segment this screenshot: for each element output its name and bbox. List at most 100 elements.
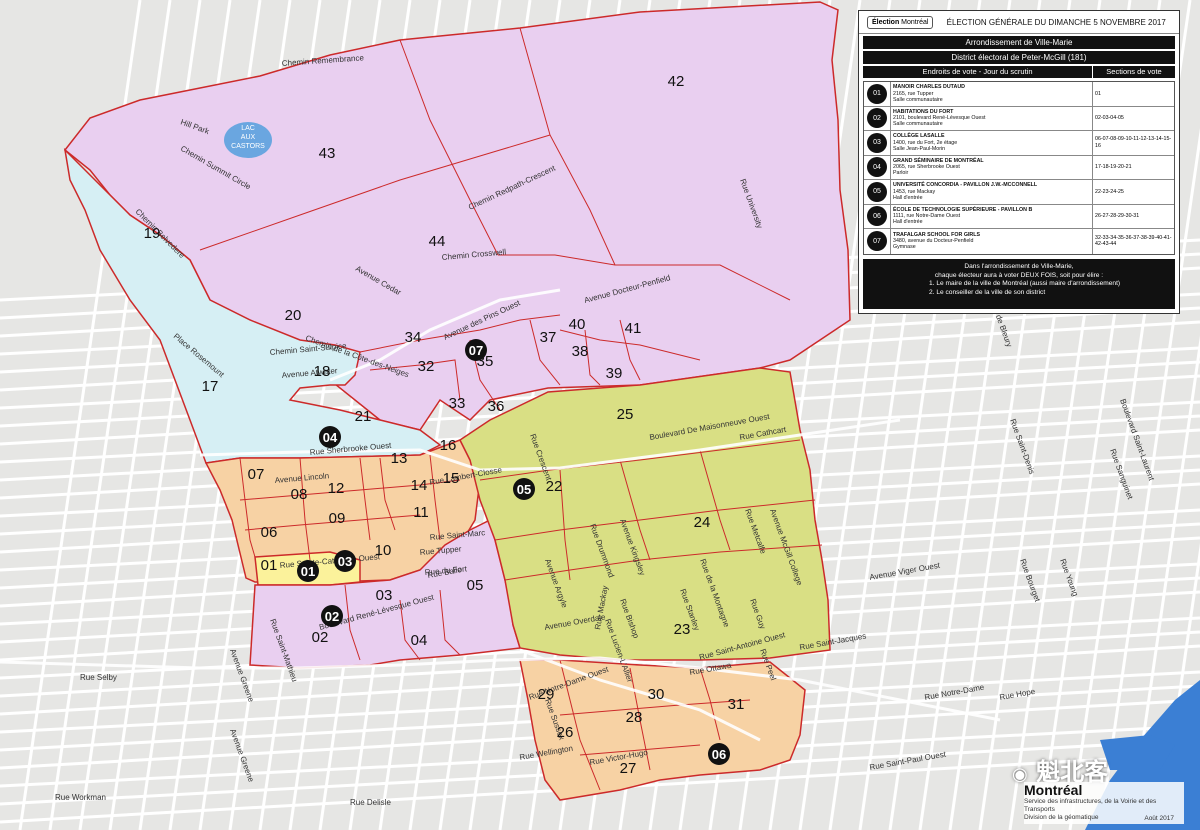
district-name: District électoral de Peter-McGill (181) (863, 51, 1175, 64)
section-label: 24 (694, 514, 711, 531)
polling-place-info: TRAFALGAR SCHOOL FOR GIRLS 3480, avenue d… (890, 229, 1092, 254)
street-label: Rue Delisle (350, 798, 391, 807)
polling-place-pin[interactable]: 03 (334, 550, 356, 572)
lake-label-1: LAC (241, 125, 255, 132)
polling-place-info: MANOIR CHARLES DUTAUD 2165, rue Tupper Sal… (890, 82, 1092, 106)
section-label: 07 (248, 466, 265, 483)
polling-place-room: Salle Jean-Paul-Morin (893, 145, 946, 152)
section-label: 27 (620, 760, 637, 777)
city-name: Montréal (1024, 782, 1083, 798)
section-label: 10 (375, 542, 392, 559)
polling-place-number: 02 (867, 108, 887, 129)
section-label: 04 (411, 632, 428, 649)
notice-item-1: 1. Le maire de la ville de Montréal (aus… (929, 280, 1121, 287)
legend-header: Élection Montréal ÉLECTION GÉNÉRALE DU D… (859, 11, 1179, 34)
section-label: 02 (312, 629, 329, 646)
notice-item-2: 2. Le conseiller de la ville de son dist… (929, 288, 1046, 296)
polling-place-number: 04 (867, 157, 887, 178)
polling-place-pin[interactable]: 04 (319, 426, 341, 448)
section-label: 19 (144, 225, 161, 242)
polling-place-room: Parloir (893, 170, 909, 177)
polling-place-number: 06 (867, 206, 887, 227)
section-label: 01 (261, 557, 278, 574)
polling-place-info: HABITATIONS DU FORT 2101, boulevard René-… (890, 106, 1092, 130)
section-label: 34 (405, 329, 422, 346)
polling-place-info: GRAND SÉMINAIRE DE MONTRÉAL 2065, rue She… (890, 155, 1092, 179)
polling-place-row: 05 UNIVERSITÉ CONCORDIA - PAVILLON J.W.-M… (864, 180, 1174, 205)
map-date: Août 2017 (1144, 815, 1174, 822)
street-label: Rue Workman (55, 793, 106, 802)
section-label: 29 (538, 686, 555, 703)
polling-place-sections: 26-27-28-29-30-31 (1092, 204, 1174, 228)
section-label: 16 (440, 437, 457, 454)
section-label: 31 (728, 696, 745, 713)
polling-place-room: Hall d'entrée (893, 219, 923, 226)
section-label: 25 (617, 406, 634, 423)
section-label: 37 (540, 329, 557, 346)
polling-place-room: Hall d'entrée (893, 194, 923, 201)
section-label: 21 (355, 408, 372, 425)
section-label: 43 (319, 145, 336, 162)
section-label: 06 (261, 524, 278, 541)
polling-place-info: COLLÈGE LASALLE 1400, rue du Fort, 2e éta… (890, 131, 1092, 155)
section-label: 11 (413, 504, 429, 521)
section-label: 40 (569, 316, 586, 333)
section-label: 03 (376, 587, 393, 604)
section-label: 22 (546, 478, 563, 495)
polling-place-room: Gymnase (893, 244, 916, 251)
polling-place-row: 06 ÉCOLE DE TECHNOLOGIE SUPÉRIEURE - PAVI… (864, 204, 1174, 229)
polling-place-number: 05 (867, 181, 887, 202)
section-label: 20 (285, 307, 302, 324)
section-label: 23 (674, 621, 691, 638)
service-name: Service des infrastructures, de la Voiri… (1024, 798, 1157, 813)
lake-label-3: CASTORS (231, 143, 265, 150)
polling-place-pin[interactable]: 07 (465, 339, 487, 361)
section-label: 05 (467, 577, 484, 594)
pin-number: 07 (469, 343, 483, 358)
pin-number: 02 (325, 609, 339, 624)
col-places: Endroits de vote - Jour du scrutin (922, 67, 1033, 76)
pin-number: 06 (712, 747, 726, 762)
section-label: 18 (314, 363, 331, 380)
lake-label-2: AUX (241, 134, 256, 141)
section-label: 38 (572, 343, 589, 360)
section-label: 42 (668, 73, 685, 90)
col-sections: Sections de vote (1092, 66, 1175, 78)
polling-place-number: 03 (867, 132, 887, 153)
section-label: 30 (648, 686, 665, 703)
section-label: 14 (411, 477, 428, 494)
section-label: 13 (391, 450, 408, 467)
section-label: 17 (202, 378, 219, 395)
section-label: 36 (488, 398, 505, 415)
polling-place-sections: 32-33-34-35-36-37-38-39-40-41-42-43-44 (1092, 229, 1174, 254)
election-logo: Élection Montréal (867, 15, 934, 29)
polling-place-pin[interactable]: 05 (513, 478, 535, 500)
section-label: 12 (328, 480, 345, 497)
polling-place-pin[interactable]: 06 (708, 743, 730, 765)
section-label: 33 (449, 395, 466, 412)
polling-place-row: 03 COLLÈGE LASALLE 1400, rue du Fort, 2e é… (864, 131, 1174, 156)
voting-notice: Dans l'arrondissement de Ville-Marie, ch… (863, 259, 1175, 309)
section-label: 09 (329, 510, 346, 527)
polling-place-sections: 02-03-04-05 (1092, 106, 1174, 130)
pin-number: 04 (323, 430, 338, 445)
polling-place-sections: 17-18-19-20-21 (1092, 155, 1174, 179)
polling-place-room: Salle communautaire (893, 96, 943, 103)
section-label: 28 (626, 709, 643, 726)
section-label: 39 (606, 365, 623, 382)
polling-place-info: ÉCOLE DE TECHNOLOGIE SUPÉRIEURE - PAVILL… (890, 204, 1092, 228)
section-label: 15 (443, 470, 460, 487)
polling-places-table: 01 MANOIR CHARLES DUTAUD 2165, rue Tupper S… (863, 81, 1175, 255)
polling-place-pin[interactable]: 01 (297, 560, 319, 582)
legend-panel: Élection Montréal ÉLECTION GÉNÉRALE DU D… (858, 10, 1180, 314)
polling-place-row: 07 TRAFALGAR SCHOOL FOR GIRLS 3480, avenue… (864, 229, 1174, 254)
montreal-brand: Montréal Service des infrastructures, de… (1024, 782, 1184, 824)
polling-place-room: Salle communautaire (893, 121, 943, 128)
polling-place-row: 02 HABITATIONS DU FORT 2101, boulevard Ren… (864, 106, 1174, 131)
borough-name: Arrondissement de Ville-Marie (863, 36, 1175, 49)
polling-place-pin[interactable]: 02 (321, 605, 343, 627)
notice-line-2: chaque électeur aura à voter DEUX FOIS, … (934, 271, 1104, 279)
pin-number: 05 (517, 482, 531, 497)
section-label: 44 (429, 233, 446, 250)
polling-place-row: 01 MANOIR CHARLES DUTAUD 2165, rue Tupper S… (864, 82, 1174, 107)
